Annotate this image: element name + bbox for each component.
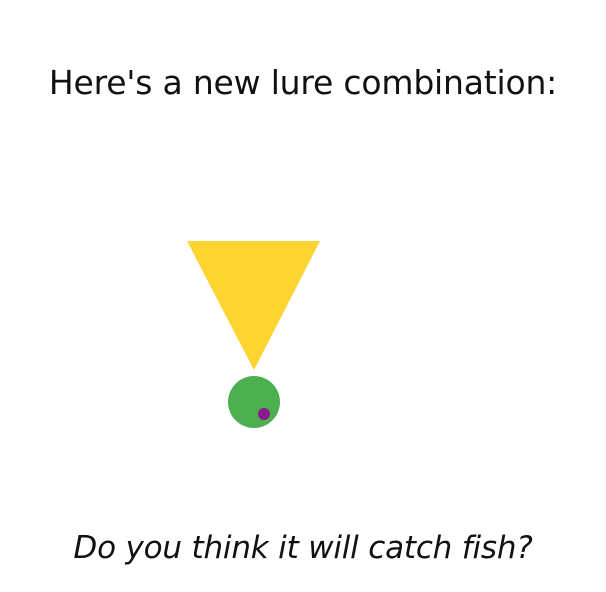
lure-illustration (180, 232, 330, 442)
green-circle-shape (228, 376, 280, 428)
yellow-triangle-shape (187, 241, 320, 370)
lure-svg (187, 241, 320, 428)
purple-dot-shape (258, 408, 270, 420)
page-heading: Here's a new lure combination: (48, 63, 558, 102)
question-text: Do you think it will catch fish? (73, 530, 533, 566)
